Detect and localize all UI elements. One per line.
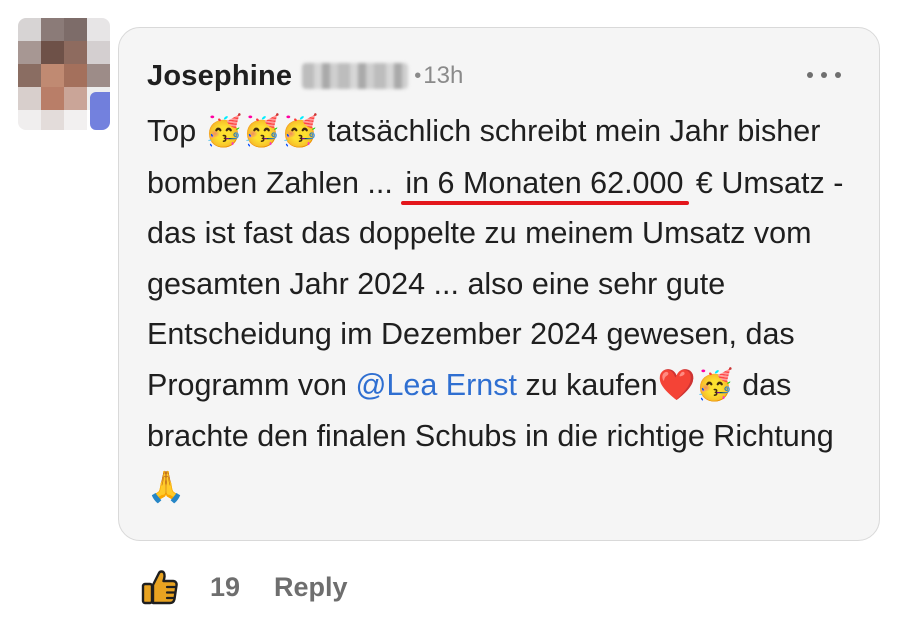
more-options-button[interactable] [807,64,841,86]
mention-link[interactable]: @Lea Ernst [355,368,517,402]
comment-actions: 19 Reply [138,565,348,609]
like-button[interactable] [138,565,182,609]
thumbs-up-icon [141,570,178,605]
timestamp: 13h [423,62,464,89]
comment-text: Top 🥳🥳🥳 tatsächlich schreibt mein Jahr b… [147,114,844,505]
party-face-emoji-icon: 🥳 [280,114,319,149]
avatar[interactable] [18,18,110,130]
author-surname-redacted [302,63,409,89]
comment-bubble: Josephine • 13h Top 🥳🥳🥳 tatsächlich schr… [118,27,880,541]
more-horizontal-icon [807,72,813,78]
like-count: 19 [210,571,241,602]
party-face-emoji-icon: 🥳 [204,114,243,149]
highlighted-revenue: in 6 Monaten 62.000 [401,158,690,209]
party-face-emoji-icon: 🥳 [695,367,734,403]
author-name[interactable]: Josephine [147,60,292,93]
comment-header: Josephine • 13h [147,56,463,96]
reply-button[interactable]: Reply [274,572,348,603]
folded-hands-emoji-icon: 🙏 [147,469,185,505]
red-heart-emoji-icon: ❤️ [657,367,696,403]
avatar-badge [90,92,110,130]
separator-dot: • [414,64,422,87]
party-face-emoji-icon: 🥳 [242,114,281,149]
